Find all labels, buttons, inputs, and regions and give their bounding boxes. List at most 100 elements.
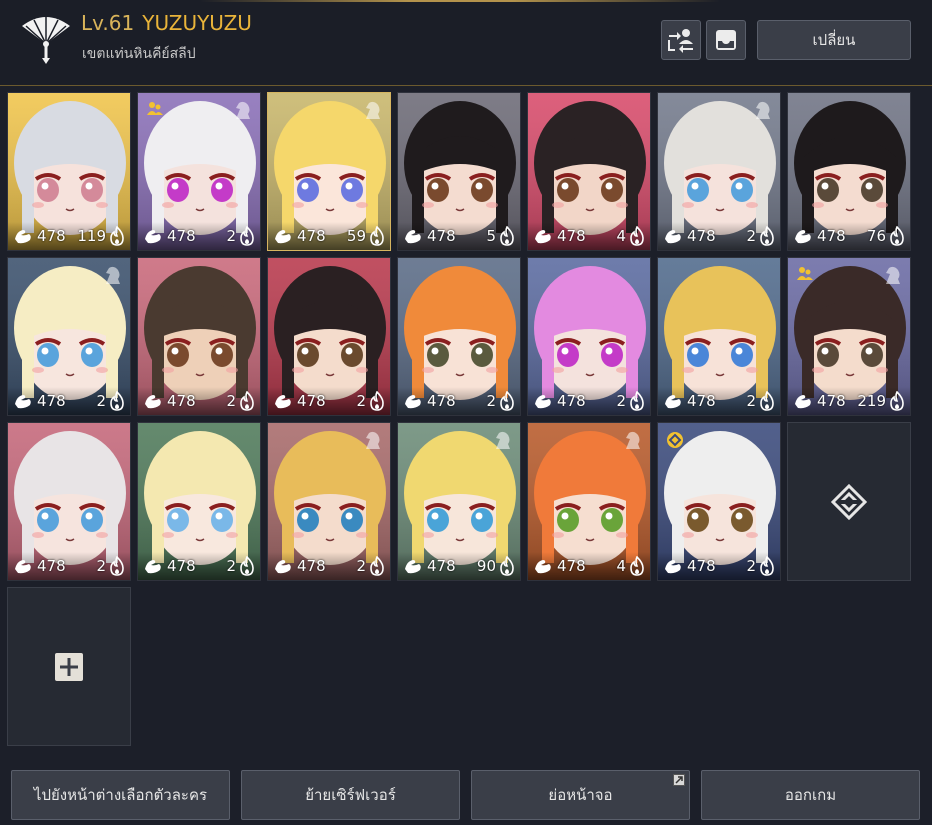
character-count: 2 bbox=[96, 392, 106, 410]
character-power: 478 bbox=[427, 392, 456, 410]
flame-icon bbox=[110, 226, 124, 246]
add-character-slot[interactable] bbox=[7, 587, 131, 746]
character-card[interactable]: 478 2 bbox=[657, 92, 781, 251]
character-power: 478 bbox=[687, 392, 716, 410]
character-card[interactable]: 478 219 bbox=[787, 257, 911, 416]
character-power: 478 bbox=[37, 392, 66, 410]
character-card[interactable]: 478 2 bbox=[137, 92, 261, 251]
character-power: 478 bbox=[557, 227, 586, 245]
combat-power-icon bbox=[275, 395, 291, 409]
flame-icon bbox=[240, 391, 254, 411]
combat-power-icon bbox=[275, 560, 291, 574]
player-level-line: Lv.61 YUZUYUZU bbox=[81, 11, 252, 35]
character-count: 2 bbox=[356, 392, 366, 410]
party-icon bbox=[147, 102, 163, 115]
character-card[interactable]: 478 5 bbox=[397, 92, 521, 251]
character-power: 478 bbox=[297, 392, 326, 410]
swap-characters-button[interactable] bbox=[661, 20, 701, 60]
plus-icon bbox=[55, 652, 83, 681]
character-card[interactable]: 478 119 bbox=[7, 92, 131, 251]
combat-power-icon bbox=[145, 230, 161, 244]
character-select-button[interactable]: ไปยังหน้าต่างเลือกตัวละคร bbox=[11, 770, 230, 820]
server-name: เขตแท่นหินคีย์สลีป bbox=[82, 46, 196, 62]
combat-power-icon bbox=[665, 395, 681, 409]
character-card[interactable]: 478 2 bbox=[267, 257, 391, 416]
character-stats-bar: 478 59 bbox=[268, 222, 390, 250]
flame-icon bbox=[760, 226, 774, 246]
flame-icon bbox=[760, 391, 774, 411]
character-card[interactable]: 478 2 bbox=[7, 422, 131, 581]
character-stats-bar: 478 2 bbox=[8, 552, 130, 580]
player-name: YUZUYUZU bbox=[142, 11, 252, 35]
character-card[interactable]: 478 4 bbox=[527, 92, 651, 251]
player-level: Lv.61 bbox=[81, 11, 135, 35]
flame-icon bbox=[500, 226, 514, 246]
character-count: 2 bbox=[616, 392, 626, 410]
combat-power-icon bbox=[535, 395, 551, 409]
character-power: 478 bbox=[297, 227, 326, 245]
character-stats-bar: 478 2 bbox=[658, 222, 780, 250]
flame-icon bbox=[240, 226, 254, 246]
flame-icon bbox=[110, 556, 124, 576]
knight-icon bbox=[366, 431, 380, 449]
inbox-icon bbox=[716, 30, 736, 50]
combat-power-icon bbox=[15, 560, 31, 574]
character-stats-bar: 478 2 bbox=[138, 387, 260, 415]
character-power: 478 bbox=[687, 227, 716, 245]
header-gold-line bbox=[200, 0, 720, 2]
character-stats-bar: 478 2 bbox=[268, 387, 390, 415]
character-card[interactable]: 478 2 bbox=[657, 422, 781, 581]
flame-icon bbox=[630, 226, 644, 246]
diamond-rune-icon bbox=[831, 483, 867, 520]
character-stats-bar: 478 2 bbox=[268, 552, 390, 580]
character-card[interactable]: 478 2 bbox=[267, 422, 391, 581]
character-count: 5 bbox=[486, 227, 496, 245]
character-stats-bar: 478 2 bbox=[138, 222, 260, 250]
character-card[interactable]: 478 2 bbox=[657, 257, 781, 416]
character-count: 2 bbox=[226, 227, 236, 245]
knight-icon bbox=[366, 101, 380, 119]
character-power: 478 bbox=[557, 392, 586, 410]
combat-power-icon bbox=[795, 395, 811, 409]
flame-icon bbox=[890, 226, 904, 246]
inbox-button[interactable] bbox=[706, 20, 746, 60]
character-stats-bar: 478 2 bbox=[658, 552, 780, 580]
combat-power-icon bbox=[405, 230, 421, 244]
character-power: 478 bbox=[427, 557, 456, 575]
character-card[interactable]: 478 90 bbox=[397, 422, 521, 581]
character-power: 478 bbox=[297, 557, 326, 575]
character-power: 478 bbox=[817, 227, 846, 245]
minimize-label: ย่อหน้าจอ bbox=[548, 786, 613, 804]
character-card[interactable]: 478 59 bbox=[267, 92, 391, 251]
flame-icon bbox=[500, 391, 514, 411]
minimize-button[interactable]: ย่อหน้าจอ bbox=[471, 770, 690, 820]
character-card[interactable]: 478 2 bbox=[137, 422, 261, 581]
flame-icon bbox=[370, 391, 384, 411]
change-button[interactable]: เปลี่ยน bbox=[757, 20, 911, 60]
character-power: 478 bbox=[37, 557, 66, 575]
character-power: 478 bbox=[817, 392, 846, 410]
character-card[interactable]: 478 2 bbox=[137, 257, 261, 416]
character-count: 2 bbox=[746, 557, 756, 575]
character-slot-locked[interactable] bbox=[787, 422, 911, 581]
character-card[interactable]: 478 4 bbox=[527, 422, 651, 581]
character-card[interactable]: 478 76 bbox=[787, 92, 911, 251]
combat-power-icon bbox=[665, 560, 681, 574]
flame-icon bbox=[760, 556, 774, 576]
character-power: 478 bbox=[167, 392, 196, 410]
character-card[interactable]: 478 2 bbox=[527, 257, 651, 416]
character-stats-bar: 478 2 bbox=[8, 387, 130, 415]
character-count: 2 bbox=[486, 392, 496, 410]
character-count: 219 bbox=[857, 392, 886, 410]
move-server-button[interactable]: ย้ายเซิร์ฟเวอร์ bbox=[241, 770, 460, 820]
flame-icon bbox=[630, 391, 644, 411]
character-count: 90 bbox=[476, 557, 496, 575]
character-count: 2 bbox=[226, 392, 236, 410]
character-card[interactable]: 478 2 bbox=[7, 257, 131, 416]
exit-game-button[interactable]: ออกเกม bbox=[701, 770, 920, 820]
combat-power-icon bbox=[535, 560, 551, 574]
combat-power-icon bbox=[405, 395, 421, 409]
combat-power-icon bbox=[405, 560, 421, 574]
knight-icon bbox=[496, 431, 510, 449]
character-card[interactable]: 478 2 bbox=[397, 257, 521, 416]
